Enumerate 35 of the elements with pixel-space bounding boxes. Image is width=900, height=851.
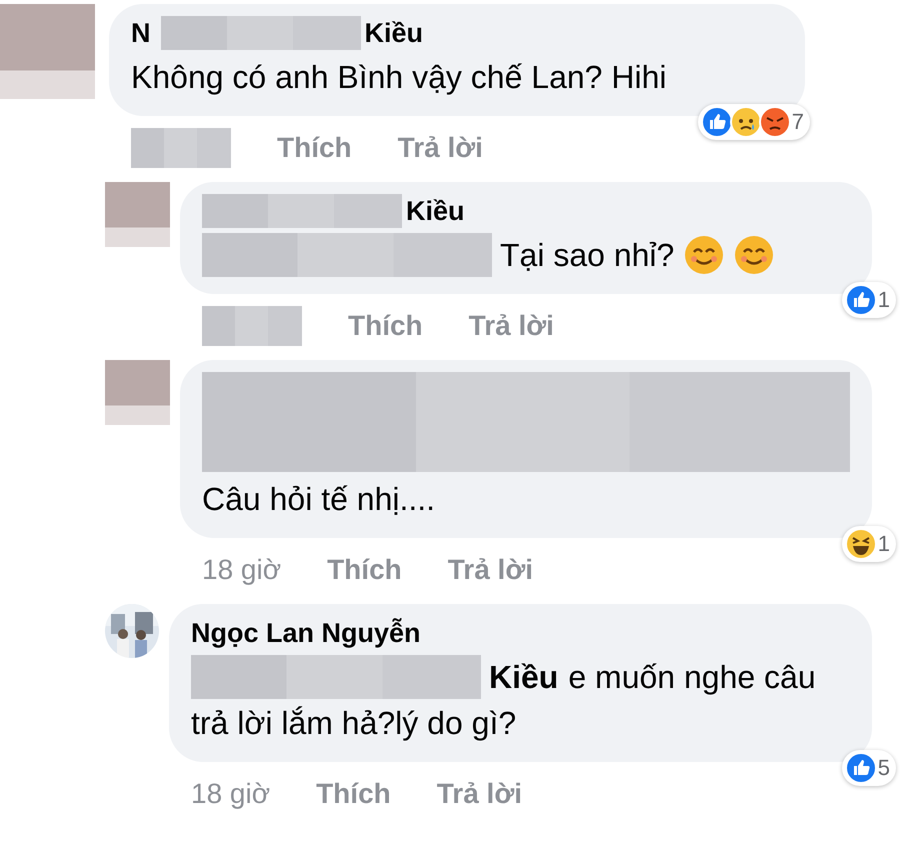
like-reaction-icon <box>844 284 877 316</box>
avatar[interactable] <box>105 360 170 425</box>
timestamp[interactable]: 18 giờ <box>202 554 282 586</box>
mention-link[interactable]: Kiều <box>489 654 558 700</box>
avatar[interactable] <box>105 182 170 247</box>
author-name[interactable]: Kiều <box>364 16 424 50</box>
reply-link[interactable]: Trả lời <box>468 310 554 342</box>
reaction-summary[interactable]: 1 <box>842 282 896 318</box>
author-name[interactable]: N <box>131 16 150 50</box>
comment-text: Câu hỏi tế nhị.... <box>202 480 436 519</box>
avatar[interactable] <box>0 4 95 99</box>
like-link[interactable]: Thích <box>277 132 352 164</box>
like-reaction-icon <box>700 106 733 138</box>
reply-link[interactable]: Trả lời <box>398 132 483 164</box>
reply-link[interactable]: Trả lời <box>448 554 534 586</box>
reply-link[interactable]: Trả lời <box>436 778 522 810</box>
angry-reaction-icon <box>758 106 791 138</box>
comment-text: e muốn nghe câu <box>568 658 816 697</box>
author-name[interactable]: Ngọc Lan Nguyễn <box>191 616 421 650</box>
laughing-reaction-icon <box>844 528 877 560</box>
like-reaction-icon <box>844 752 877 784</box>
like-link[interactable]: Thích <box>348 310 423 342</box>
author-name[interactable]: Kiều <box>406 194 465 228</box>
smiling-emoji-icon <box>734 235 774 275</box>
reaction-summary[interactable]: 1 <box>842 526 896 562</box>
reaction-summary[interactable]: 7 <box>698 104 810 140</box>
comment-text: Tại sao nhỉ? <box>500 236 674 275</box>
comment-text: trả lời lắm hả?lý do gì? <box>191 704 516 743</box>
sad-reaction-icon <box>730 106 762 138</box>
smiling-emoji-icon <box>684 235 724 275</box>
timestamp[interactable]: 18 giờ <box>191 778 270 810</box>
comment-text: Không có anh Bình vậy chế Lan? Hihi <box>131 58 666 97</box>
like-link[interactable]: Thích <box>316 778 391 810</box>
like-link[interactable]: Thích <box>327 554 402 586</box>
reaction-summary[interactable]: 5 <box>842 750 896 786</box>
